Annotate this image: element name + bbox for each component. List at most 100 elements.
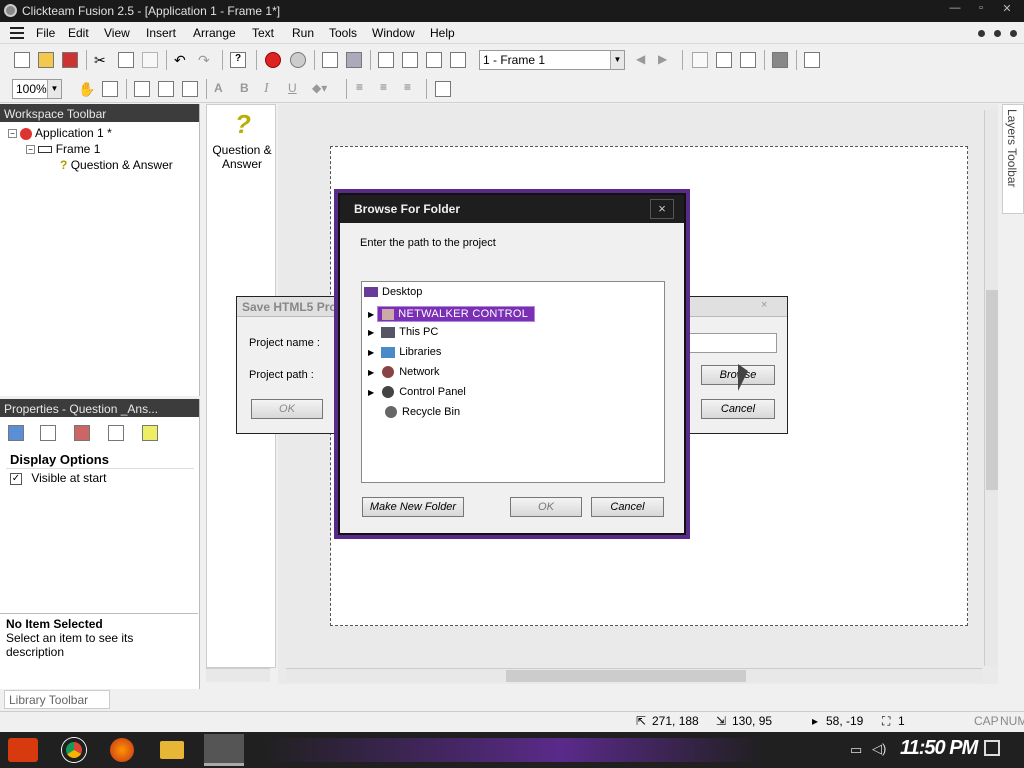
menu-file[interactable]: File: [36, 26, 55, 40]
align-left-icon[interactable]: ≡: [356, 80, 363, 94]
next-frame-icon[interactable]: ▶: [658, 52, 667, 66]
stop-icon[interactable]: [772, 52, 788, 68]
runtime-tab-icon[interactable]: [74, 425, 90, 441]
expand-icon[interactable]: ▶: [368, 348, 374, 357]
align-icon[interactable]: [692, 52, 708, 68]
align-icon[interactable]: [740, 52, 756, 68]
grid-icon[interactable]: [182, 81, 198, 97]
chrome-icon[interactable]: [62, 738, 86, 762]
chevron-down-icon[interactable]: ▼: [47, 80, 61, 98]
tree-item-control-panel[interactable]: ▶ Control Panel: [368, 386, 466, 399]
grid-icon[interactable]: [158, 81, 174, 97]
save-cancel-button[interactable]: Cancel: [701, 399, 775, 419]
folder-tree[interactable]: Desktop ▶ NETWALKER CONTROL ▶ This PC ▶ …: [361, 281, 665, 483]
new-file-icon[interactable]: [14, 52, 30, 68]
save-icon[interactable]: [62, 52, 78, 68]
close-icon[interactable]: ×: [761, 299, 767, 311]
events-tab-icon[interactable]: [108, 425, 124, 441]
event-list-icon[interactable]: [402, 52, 418, 68]
zoom-select[interactable]: 100% ▼: [12, 79, 62, 99]
frame-select[interactable]: 1 - Frame 1 ▼: [479, 50, 625, 70]
minimize-icon[interactable]: —: [944, 2, 966, 18]
notifications-icon[interactable]: [984, 740, 1000, 756]
tree-item-network[interactable]: ▶ Network: [368, 366, 440, 379]
menu-view[interactable]: View: [104, 26, 130, 40]
close-icon[interactable]: ×: [650, 199, 674, 219]
project-name-input[interactable]: [683, 333, 777, 353]
tree-item-recycle-bin[interactable]: Recycle Bin: [380, 406, 460, 419]
align-center-icon[interactable]: ≡: [380, 80, 387, 94]
checkbox[interactable]: ✓: [10, 472, 22, 485]
grid-icon[interactable]: [134, 81, 150, 97]
library-toolbar-tab[interactable]: Library Toolbar: [4, 690, 110, 709]
tree-item-libraries[interactable]: ▶ Libraries: [368, 346, 441, 358]
menu-tools[interactable]: Tools: [329, 26, 357, 40]
color-fill-icon[interactable]: ◆▾: [312, 81, 327, 95]
undo-icon[interactable]: ↶: [174, 52, 190, 68]
hand-icon[interactable]: ✋: [78, 81, 95, 97]
tree-item-desktop[interactable]: Desktop: [364, 286, 422, 298]
paste-icon[interactable]: [142, 52, 158, 68]
dot-icon[interactable]: [994, 30, 1001, 37]
firefox-icon[interactable]: [110, 738, 134, 762]
underline-icon[interactable]: U: [288, 81, 297, 95]
display-tab-icon[interactable]: [8, 425, 24, 441]
tree-item-application[interactable]: − Application 1 *: [8, 126, 112, 140]
dot-icon[interactable]: [978, 30, 985, 37]
forward-arrow-icon[interactable]: [290, 52, 306, 68]
network-tray-icon[interactable]: ▭: [850, 742, 862, 758]
redo-icon[interactable]: ↷: [198, 52, 214, 68]
collapse-icon[interactable]: −: [8, 129, 17, 139]
about-tab-icon[interactable]: [142, 425, 158, 441]
menu-edit[interactable]: Edit: [68, 26, 89, 40]
edit-icon[interactable]: [102, 81, 118, 97]
build-icon[interactable]: [804, 52, 820, 68]
scroll-thumb[interactable]: [506, 670, 746, 682]
save-ok-button[interactable]: OK: [251, 399, 323, 419]
restore-icon[interactable]: ▫: [970, 2, 992, 18]
storyboard-icon[interactable]: [322, 52, 338, 68]
browse-ok-button[interactable]: OK: [510, 497, 582, 517]
expand-icon[interactable]: ▶: [368, 310, 374, 319]
layers-toolbar[interactable]: Layers Toolbar: [1002, 104, 1024, 214]
back-arrow-icon[interactable]: [265, 52, 281, 68]
data-elements-icon[interactable]: [426, 52, 442, 68]
expand-icon[interactable]: ▶: [368, 328, 374, 337]
resize-icon[interactable]: [435, 81, 451, 97]
object-scrollbar[interactable]: [206, 668, 270, 682]
app-menu-icon[interactable]: [10, 27, 24, 39]
tree-item-this-pc[interactable]: ▶ This PC: [368, 326, 438, 338]
vertical-scrollbar[interactable]: [984, 110, 998, 666]
font-icon[interactable]: A: [214, 81, 223, 95]
frame-editor-icon[interactable]: [346, 52, 362, 68]
close-icon[interactable]: ✕: [996, 2, 1018, 18]
menu-insert[interactable]: Insert: [146, 26, 176, 40]
bold-icon[interactable]: B: [240, 81, 249, 95]
clock[interactable]: 11:50 PM: [900, 737, 978, 760]
copy-icon[interactable]: [118, 52, 134, 68]
make-new-folder-button[interactable]: Make New Folder: [362, 497, 464, 517]
help-icon[interactable]: ?: [230, 52, 246, 68]
collapse-icon[interactable]: −: [26, 145, 35, 155]
tree-item-object[interactable]: ? Question & Answer: [60, 158, 173, 172]
open-folder-icon[interactable]: [38, 52, 54, 68]
browse-cancel-button[interactable]: Cancel: [591, 497, 664, 517]
horizontal-scrollbar[interactable]: [286, 668, 982, 682]
cut-icon[interactable]: ✂: [94, 52, 110, 68]
movement-tab-icon[interactable]: [40, 425, 56, 441]
file-explorer-icon[interactable]: [160, 741, 184, 759]
object-icon[interactable]: [450, 52, 466, 68]
question-object-icon[interactable]: ?: [229, 109, 257, 139]
align-icon[interactable]: [716, 52, 732, 68]
tree-item-frame[interactable]: − Frame 1: [26, 142, 100, 156]
align-right-icon[interactable]: ≡: [404, 80, 411, 94]
fusion-taskbar-icon[interactable]: [204, 734, 244, 766]
chevron-down-icon[interactable]: ▼: [610, 51, 624, 69]
italic-icon[interactable]: I: [264, 81, 269, 97]
menu-arrange[interactable]: Arrange: [193, 26, 236, 40]
volume-icon[interactable]: ◁): [872, 741, 886, 757]
start-icon[interactable]: [8, 738, 38, 762]
prev-frame-icon[interactable]: ◀: [636, 52, 645, 66]
menu-run[interactable]: Run: [292, 26, 314, 40]
expand-icon[interactable]: ▶: [368, 368, 374, 377]
